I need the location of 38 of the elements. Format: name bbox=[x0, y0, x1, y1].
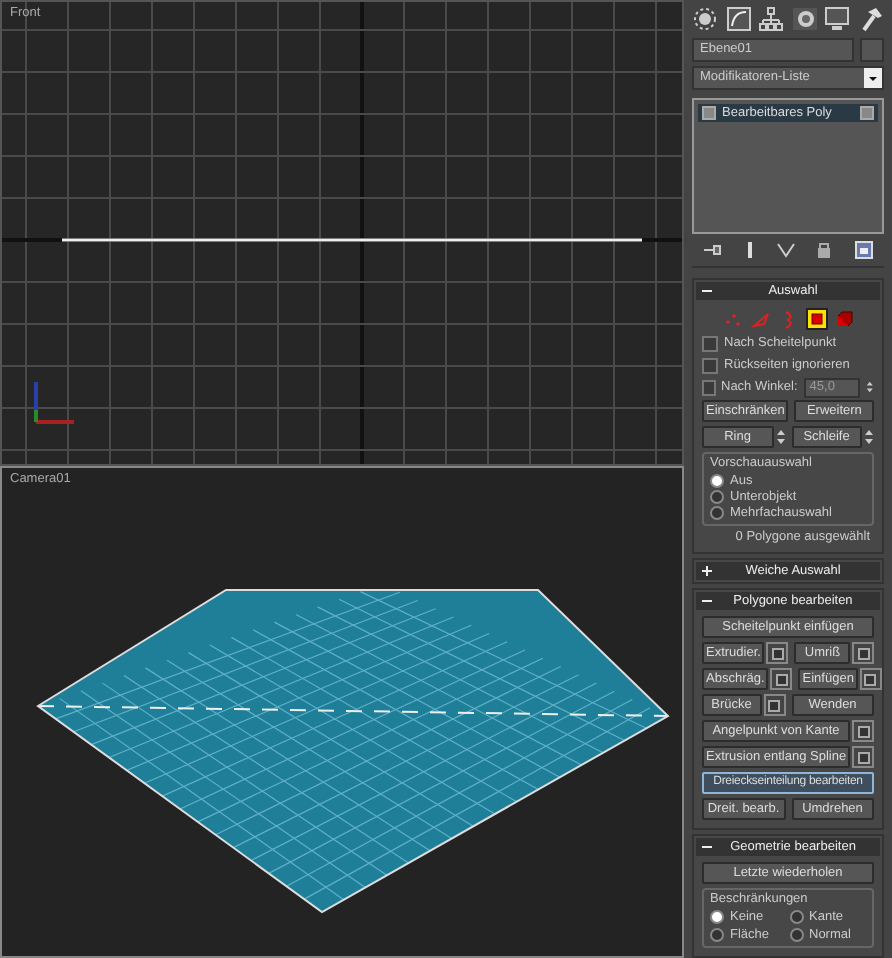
settings-button[interactable] bbox=[859, 668, 882, 690]
fork-icon[interactable] bbox=[775, 239, 796, 259]
minus-icon bbox=[702, 286, 712, 296]
settings-button[interactable] bbox=[770, 668, 793, 690]
plus-icon bbox=[702, 566, 712, 576]
radio-button[interactable] bbox=[710, 473, 724, 487]
settings-button[interactable] bbox=[763, 694, 785, 716]
radio-button[interactable] bbox=[789, 909, 803, 923]
settings-button[interactable] bbox=[766, 642, 789, 664]
settings-button[interactable] bbox=[852, 642, 874, 664]
hammer-icon[interactable] bbox=[857, 5, 884, 32]
radio-button[interactable] bbox=[710, 927, 724, 941]
checkbox[interactable] bbox=[702, 335, 718, 351]
checkbox[interactable] bbox=[702, 379, 715, 395]
hierarchy-icon[interactable] bbox=[758, 5, 785, 32]
radio-button[interactable] bbox=[789, 927, 803, 941]
settings-button[interactable] bbox=[852, 720, 874, 742]
lock-icon[interactable] bbox=[816, 239, 833, 259]
radio-button[interactable] bbox=[710, 505, 724, 519]
toggle-icon[interactable] bbox=[702, 105, 716, 120]
color-swatch[interactable] bbox=[860, 37, 884, 62]
minus-icon bbox=[702, 842, 712, 852]
monitor-icon[interactable] bbox=[824, 5, 851, 32]
configure-icon[interactable] bbox=[853, 239, 874, 259]
circle-icon[interactable] bbox=[791, 5, 818, 32]
polygon-level-icon[interactable] bbox=[805, 307, 827, 329]
axis-gizmo-icon bbox=[34, 382, 74, 424]
radio-button[interactable] bbox=[710, 909, 724, 923]
square-icon bbox=[860, 105, 874, 120]
settings-button[interactable] bbox=[852, 746, 875, 768]
gear-icon[interactable] bbox=[692, 5, 718, 32]
minus-icon bbox=[702, 596, 712, 606]
checkbox[interactable] bbox=[702, 357, 718, 373]
spinner-icon[interactable] bbox=[866, 378, 875, 396]
radio-button[interactable] bbox=[710, 489, 724, 503]
pin-icon[interactable] bbox=[702, 239, 723, 259]
bar-icon[interactable] bbox=[743, 239, 756, 259]
curve-icon[interactable] bbox=[725, 5, 752, 32]
